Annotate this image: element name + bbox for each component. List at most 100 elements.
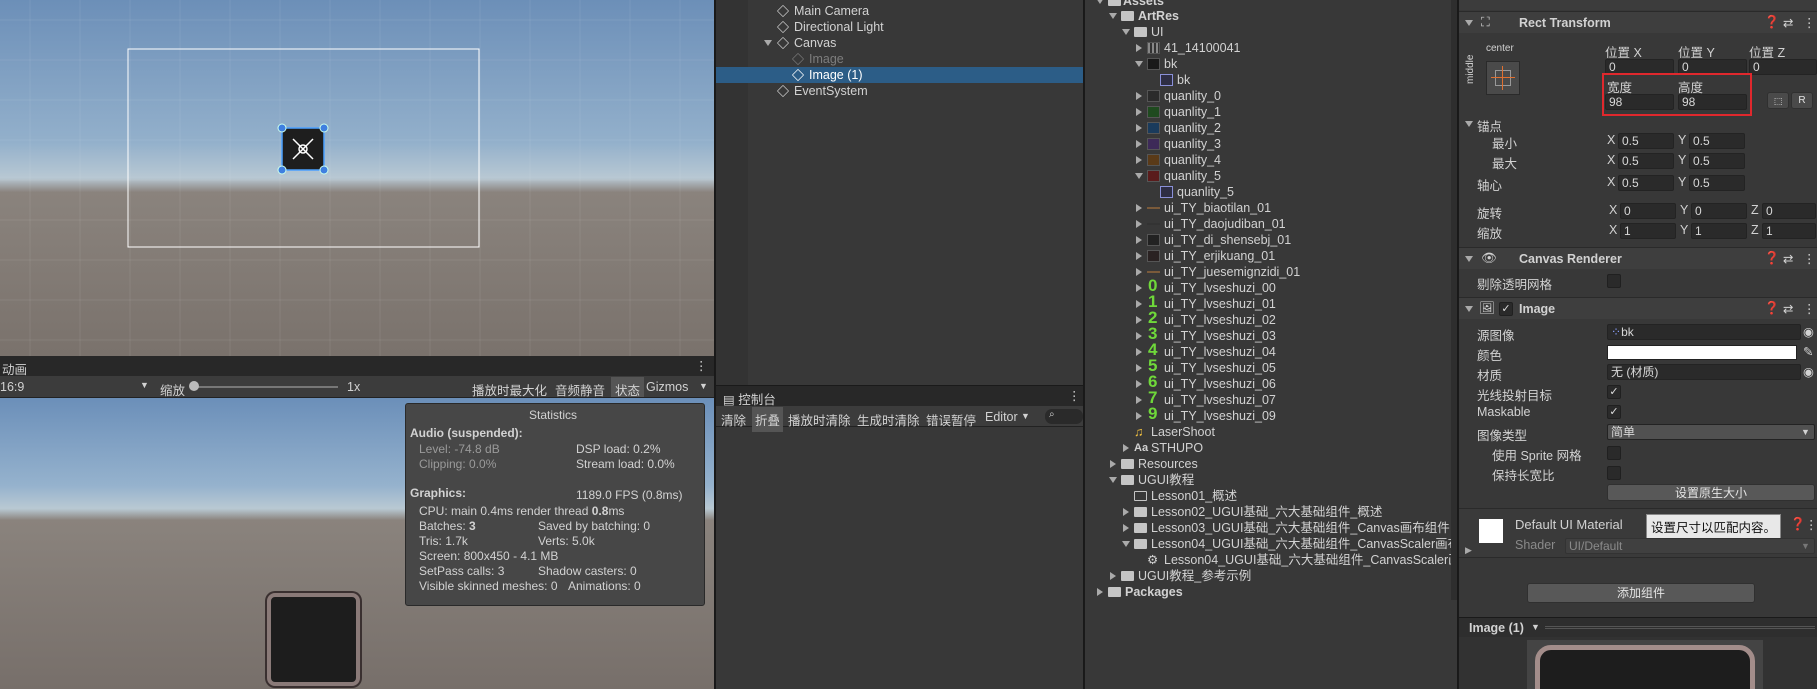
expand-arrow-icon[interactable] — [1465, 20, 1473, 26]
project-item[interactable]: bk — [1085, 56, 1457, 72]
project-item[interactable]: quanlity_0 — [1085, 88, 1457, 104]
aspect-dropdown[interactable]: 16:9 — [0, 380, 24, 394]
preview-drag-handle[interactable] — [1545, 626, 1815, 629]
more-menu-icon[interactable]: ⋮ — [1068, 388, 1081, 403]
anchor-min-y-field[interactable]: 0.5 — [1689, 133, 1745, 149]
expand-arrow-icon[interactable] — [764, 40, 772, 46]
expand-arrow-icon[interactable] — [1136, 44, 1142, 52]
chevron-down-icon[interactable]: ▼ — [1531, 622, 1540, 632]
project-item[interactable]: quanlity_5 — [1085, 184, 1457, 200]
help-icon[interactable]: ❓ — [1790, 517, 1806, 532]
help-icon[interactable]: ❓ — [1764, 301, 1780, 316]
more-menu-icon[interactable]: ⋮ — [1803, 251, 1816, 266]
pivot-y-field[interactable]: 0.5 — [1689, 175, 1745, 191]
hierarchy-item-directional-light[interactable]: Directional Light — [716, 19, 1083, 35]
expand-arrow-icon[interactable] — [1136, 268, 1142, 276]
project-item[interactable]: UGUI教程 — [1085, 472, 1457, 488]
scale-z-field[interactable]: 1 — [1762, 223, 1816, 239]
blueprint-mode-button[interactable]: ⬚ — [1767, 92, 1789, 109]
hierarchy-item-image-1[interactable]: Image (1) — [716, 67, 1083, 83]
chevron-down-icon[interactable]: ▼ — [1801, 541, 1810, 551]
project-item[interactable]: ArtRes — [1085, 8, 1457, 24]
project-item[interactable]: Lesson01_概述 — [1085, 488, 1457, 504]
project-item[interactable]: ui_TY_daojudiban_01 — [1085, 216, 1457, 232]
expand-arrow-icon[interactable] — [1096, 0, 1104, 4]
expand-arrow-icon[interactable] — [1136, 364, 1142, 372]
project-item[interactable]: bk — [1085, 72, 1457, 88]
maskable-checkbox[interactable]: ✓ — [1607, 405, 1621, 419]
project-item[interactable]: Lesson03_UGUI基础_六大基础组件_Canvas画布组件 — [1085, 520, 1457, 536]
image-enabled-checkbox[interactable]: ✓ — [1499, 302, 1513, 316]
expand-arrow-icon[interactable] — [1136, 204, 1142, 212]
scale-y-field[interactable]: 1 — [1691, 223, 1747, 239]
expand-arrow-icon[interactable] — [1136, 124, 1142, 132]
shader-dropdown[interactable]: UI/Default — [1565, 538, 1815, 554]
project-item[interactable]: quanlity_1 — [1085, 104, 1457, 120]
console-search-input[interactable]: ⌕ — [1045, 409, 1083, 424]
rotation-y-field[interactable]: 0 — [1691, 203, 1747, 219]
project-item[interactable]: Resources — [1085, 456, 1457, 472]
chevron-down-icon[interactable]: ▼ — [1801, 427, 1810, 437]
rotation-z-field[interactable]: 0 — [1762, 203, 1816, 219]
hierarchy-item-main-camera[interactable]: Main Camera — [716, 3, 1083, 19]
project-item[interactable]: ♫ LaserShoot — [1085, 424, 1457, 440]
project-item[interactable]: ui_TY_juesemignzidi_01 — [1085, 264, 1457, 280]
expand-arrow-icon[interactable] — [1109, 477, 1117, 483]
project-item[interactable]: UI — [1085, 24, 1457, 40]
eyedropper-icon[interactable]: ✎ — [1803, 344, 1813, 359]
scene-view[interactable] — [0, 0, 714, 356]
project-item[interactable]: ui_TY_erjikuang_01 — [1085, 248, 1457, 264]
add-component-button[interactable]: 添加组件 — [1527, 583, 1755, 603]
expand-arrow-icon[interactable] — [1136, 380, 1142, 388]
expand-arrow-icon[interactable] — [1136, 108, 1142, 116]
project-item[interactable]: 9 ui_TY_lvseshuzi_09 — [1085, 405, 1457, 424]
anchor-presets-button[interactable] — [1486, 61, 1520, 95]
image-component-header[interactable]: 🖼 ✓ Image ❓ ⇄ ⋮ — [1459, 297, 1817, 319]
use-sprite-mesh-checkbox[interactable] — [1607, 446, 1621, 460]
expand-arrow-icon[interactable] — [1123, 508, 1129, 516]
expand-arrow-icon[interactable] — [1136, 236, 1142, 244]
project-item[interactable]: 4 ui_TY_lvseshuzi_04 — [1085, 341, 1457, 360]
preserve-aspect-checkbox[interactable] — [1607, 466, 1621, 480]
clear-on-build-button[interactable]: 生成时清除 — [857, 410, 920, 429]
image-type-dropdown[interactable]: 简单 — [1607, 424, 1815, 440]
rotation-x-field[interactable]: 0 — [1620, 203, 1676, 219]
chevron-down-icon[interactable]: ▼ — [699, 381, 708, 391]
more-menu-icon[interactable]: ⋮ — [1805, 517, 1817, 532]
project-item[interactable]: UGUI教程_参考示例 — [1085, 568, 1457, 584]
expand-arrow-icon[interactable] — [1136, 140, 1142, 148]
expand-arrow-icon[interactable] — [1136, 332, 1142, 340]
project-item[interactable]: 41_14100041 — [1085, 40, 1457, 56]
preview-title[interactable]: Image (1) — [1469, 621, 1524, 635]
project-item[interactable]: Packages — [1085, 584, 1457, 600]
project-item[interactable]: ui_TY_biaotilan_01 — [1085, 200, 1457, 216]
more-menu-icon[interactable]: ⋮ — [1803, 301, 1816, 316]
project-item[interactable]: quanlity_5 — [1085, 168, 1457, 184]
project-item[interactable]: Aa STHUPO — [1085, 440, 1457, 456]
project-item[interactable]: ui_TY_di_shensebj_01 — [1085, 232, 1457, 248]
cull-transparent-checkbox[interactable] — [1607, 274, 1621, 288]
maximize-on-play-button[interactable]: 播放时最大化 — [472, 380, 547, 397]
expand-arrow-icon[interactable] — [1465, 121, 1473, 127]
expand-arrow-icon[interactable] — [1109, 13, 1117, 19]
project-item[interactable]: 3 ui_TY_lvseshuzi_03 — [1085, 325, 1457, 344]
scale-x-field[interactable]: 1 — [1620, 223, 1676, 239]
hierarchy-item-image[interactable]: Image — [716, 51, 1083, 67]
expand-arrow-icon[interactable] — [1136, 316, 1142, 324]
expand-arrow-icon[interactable] — [1122, 29, 1130, 35]
mute-audio-button[interactable]: 音频静音 — [555, 380, 605, 397]
help-icon[interactable]: ❓ — [1764, 251, 1780, 266]
project-item[interactable]: quanlity_2 — [1085, 120, 1457, 136]
project-item[interactable]: 6 ui_TY_lvseshuzi_06 — [1085, 373, 1457, 392]
set-native-size-button[interactable]: 设置原生大小 — [1607, 484, 1815, 501]
clear-on-play-button[interactable]: 播放时清除 — [788, 410, 851, 429]
chevron-down-icon[interactable]: ▼ — [140, 380, 149, 390]
more-menu-icon[interactable]: ⋮ — [695, 358, 708, 373]
chevron-down-icon[interactable]: ▼ — [1021, 411, 1030, 421]
project-item[interactable]: ⚙ Lesson04_UGUI基础_六大基础组件_CanvasScaler画布 — [1085, 552, 1457, 568]
editor-dropdown[interactable]: Editor — [985, 410, 1018, 424]
object-picker-icon[interactable]: ◉ — [1803, 364, 1814, 379]
expand-arrow-icon[interactable] — [1136, 348, 1142, 356]
expand-arrow-icon[interactable] — [1136, 252, 1142, 260]
project-item[interactable]: Lesson04_UGUI基础_六大基础组件_CanvasScaler画布缩 — [1085, 536, 1457, 552]
